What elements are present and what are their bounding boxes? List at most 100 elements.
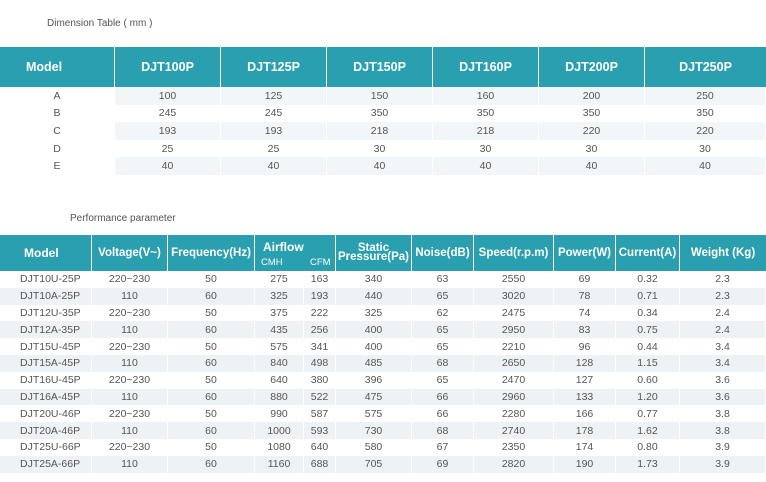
table-cell: 1.62 [616, 422, 680, 439]
table-cell: 66 [412, 405, 474, 423]
dimension-table-heading: Dimension Table ( mm ) [47, 18, 153, 29]
table-cell: 110 [92, 388, 168, 406]
table-cell: 40 [115, 157, 221, 175]
dimension-header-model: Model [0, 47, 115, 87]
table-cell: DJT16A-45P [0, 388, 92, 406]
performance-header-airflow: Airflow [263, 240, 304, 254]
table-cell: 220 [645, 122, 766, 140]
table-cell: DJT15A-45P [0, 354, 92, 372]
table-cell: A [0, 87, 115, 105]
table-cell: 2350 [474, 438, 554, 456]
table-cell: 341 [304, 338, 336, 355]
table-cell: 1000 [255, 422, 304, 439]
table-cell: 475 [336, 388, 412, 406]
table-cell: 375 [255, 304, 304, 322]
table-cell: 1.15 [616, 354, 680, 372]
performance-header-model: Model [0, 235, 92, 271]
table-row: DJT10U-25P 220~230 50 275 163 340 63 2550 69 0.32… [0, 271, 766, 288]
table-cell: E [0, 157, 115, 175]
table-cell: 133 [554, 388, 616, 406]
table-cell: 50 [168, 304, 255, 322]
table-cell: 2960 [474, 388, 554, 406]
table-cell: 50 [168, 271, 255, 288]
table-cell: DJT25U-66P [0, 438, 92, 456]
table-cell: 65 [412, 321, 474, 339]
table-cell: 325 [336, 304, 412, 322]
table-cell: 100 [115, 87, 221, 105]
table-cell: 220 [539, 122, 645, 140]
table-cell: 2.3 [680, 287, 766, 305]
table-cell: 220~230 [92, 405, 168, 423]
table-cell: 50 [168, 371, 255, 389]
table-cell: 50 [168, 405, 255, 423]
table-cell: 190 [554, 455, 616, 473]
table-cell: 110 [92, 287, 168, 305]
table-cell: 730 [336, 422, 412, 439]
table-cell: 40 [645, 157, 766, 175]
table-cell: 593 [304, 422, 336, 439]
table-cell: 222 [304, 304, 336, 322]
table-cell: 2740 [474, 422, 554, 439]
table-cell: 340 [336, 271, 412, 288]
table-cell: 25 [221, 139, 327, 158]
table-cell: 275 [255, 271, 304, 288]
table-cell: 60 [168, 455, 255, 473]
table-cell: 485 [336, 354, 412, 372]
table-cell: 220~230 [92, 304, 168, 322]
table-cell: DJT16U-45P [0, 371, 92, 389]
table-cell: 78 [554, 287, 616, 305]
table-cell: 1080 [255, 438, 304, 456]
table-cell: DJT15U-45P [0, 338, 92, 355]
table-cell: 30 [433, 139, 539, 158]
table-cell: 50 [168, 438, 255, 456]
table-cell: 62 [412, 304, 474, 322]
table-cell: 110 [92, 455, 168, 473]
table-row: DJT10A-25P 110 60 325 193 440 65 3020 78 0.71 2.3 [0, 287, 766, 305]
table-cell: 587 [304, 405, 336, 423]
table-cell: 3.9 [680, 438, 766, 456]
table-cell: 880 [255, 388, 304, 406]
table-cell: 110 [92, 422, 168, 439]
dimension-header-row: Model DJT100P DJT125P DJT150P DJT160P DJ… [0, 47, 766, 87]
table-cell: 40 [221, 157, 327, 175]
table-cell: 110 [92, 354, 168, 372]
performance-header-static-line2: Pressure(Pa) [338, 251, 409, 263]
table-cell: 2280 [474, 405, 554, 423]
table-cell: 60 [168, 422, 255, 439]
performance-header-airflow-group: Airflow CMH CFM [255, 235, 336, 271]
table-row: DJT16A-45P 110 60 880 522 475 66 2960 133 1.20 3.6 [0, 388, 766, 406]
table-cell: 220~230 [92, 371, 168, 389]
table-cell: 2.4 [680, 304, 766, 322]
performance-header-current: Current(A) [616, 235, 680, 271]
table-cell: 174 [554, 438, 616, 456]
table-cell: 380 [304, 371, 336, 389]
table-cell: 2475 [474, 304, 554, 322]
table-cell: 1160 [255, 455, 304, 473]
table-row: A 100 125 150 160 200 250 [0, 87, 766, 105]
dimension-header-djt250p: DJT250P [645, 47, 766, 87]
table-row: DJT20A-46P 110 60 1000 593 730 68 2740 178 1.62 3.… [0, 422, 766, 439]
table-cell: 435 [255, 321, 304, 339]
table-cell: 2650 [474, 354, 554, 372]
table-cell: 3.4 [680, 338, 766, 355]
table-cell: 127 [554, 371, 616, 389]
table-cell: 30 [645, 139, 766, 158]
table-cell: DJT25A-66P [0, 455, 92, 473]
table-cell: 60 [168, 321, 255, 339]
table-cell: 3.8 [680, 422, 766, 439]
table-row: DJT15U-45P 220~230 50 575 341 400 65 2210 96 0.44… [0, 338, 766, 355]
table-cell: DJT20A-46P [0, 422, 92, 439]
table-cell: 218 [327, 122, 433, 140]
table-row: D 25 25 30 30 30 30 [0, 139, 766, 158]
table-cell: 50 [168, 338, 255, 355]
performance-header-static-pressure: Static Pressure(Pa) [336, 235, 412, 271]
table-row: DJT12U-35P 220~230 50 375 222 325 62 2475 74 0.34… [0, 304, 766, 322]
table-cell: 0.34 [616, 304, 680, 322]
table-cell: 66 [412, 388, 474, 406]
table-cell: 150 [327, 87, 433, 105]
table-cell: 522 [304, 388, 336, 406]
table-cell: 0.44 [616, 338, 680, 355]
table-cell: 350 [539, 104, 645, 123]
table-cell: 245 [115, 104, 221, 123]
table-cell: 68 [412, 422, 474, 439]
